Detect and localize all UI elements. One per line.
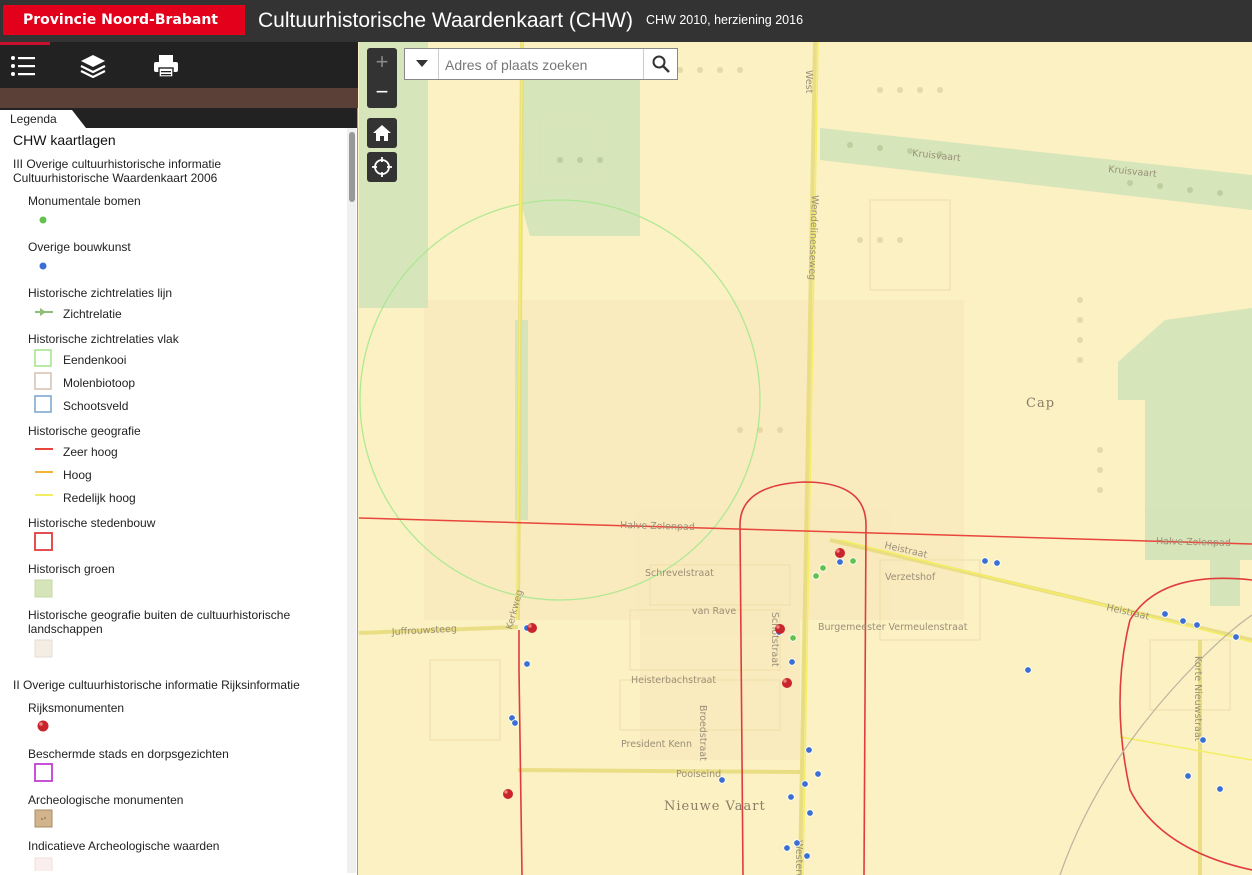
legend-label-zichtrelaties-vlak: Historische zichtrelaties vlak: [28, 332, 179, 346]
zoom-control: + −: [367, 48, 397, 108]
map-label-burgemeester: Burgemeester Vermeulenstraat: [818, 622, 968, 633]
search-button[interactable]: [643, 49, 677, 79]
legend-label-indicatieve: Indicatieve Archeologische waarden: [28, 839, 220, 853]
map-label-van-rave: van Rave: [692, 606, 736, 617]
legend-label-stedenbouw: Historische stedenbouw: [28, 516, 156, 530]
rijksmonument-icon: [37, 720, 49, 732]
layers-icon: [80, 55, 106, 78]
legend-title: CHW kaartlagen: [13, 132, 116, 148]
tab-bar: Legenda: [0, 108, 357, 128]
search-source-dropdown[interactable]: [405, 49, 439, 79]
panel-header-strip: [0, 88, 358, 108]
tab-legenda[interactable]: Legenda: [10, 112, 57, 126]
tree-point-icon: [39, 216, 47, 224]
map-label-heisterbachstraat: Heisterbachstraat: [631, 675, 716, 686]
search-icon: [652, 55, 670, 73]
legend-list-icon: [11, 56, 35, 76]
print-button[interactable]: [146, 50, 186, 82]
map-canvas[interactable]: West Kruisvaart Kruisvaart Wendelinessew…: [359, 42, 1252, 875]
map-label-cap: Cap: [1026, 396, 1055, 411]
legend-panel: Legenda CHW kaartlagen III Overige cultu…: [0, 108, 358, 875]
map-label-korte-nieuwstraat: Korte Nieuwstraat: [1192, 656, 1203, 742]
province-logo[interactable]: Provincie Noord-Brabant: [3, 5, 245, 35]
archeologisch-swatch: [34, 809, 53, 828]
print-icon: [154, 55, 178, 78]
building-point-icon: [39, 262, 47, 270]
stedenbouw-swatch: [34, 532, 53, 551]
map-label-halve-zolenpad-2: Halve Zolenpad: [1156, 536, 1231, 549]
buiten-swatch: [34, 639, 53, 658]
legend-label-eendenkooi: Eendenkooi: [63, 353, 127, 367]
legend-label-schootsveld: Schootsveld: [63, 399, 129, 413]
groen-swatch: [34, 579, 53, 598]
legend-label-zichtrelatie: Zichtrelatie: [63, 307, 122, 321]
legend-label-historische-geografie: Historische geografie: [28, 424, 141, 438]
map-label-verzetshof: Verzetshof: [885, 572, 936, 583]
legend-list-button[interactable]: [0, 42, 50, 82]
locate-icon: [372, 157, 392, 177]
map-label-pooiseind: Pooiseind: [676, 769, 721, 780]
locate-button[interactable]: [367, 152, 397, 182]
chevron-down-icon: [415, 60, 428, 67]
redelijk-hoog-line: [35, 494, 53, 496]
legend-label-hoog: Hoog: [63, 468, 92, 482]
group2-heading: II Overige cultuurhistorische informatie…: [13, 678, 300, 692]
eendenkooi-swatch: [34, 349, 52, 367]
home-icon: [373, 125, 391, 141]
legend-label-archeologische: Archeologische monumenten: [28, 793, 184, 807]
hoog-line: [35, 471, 53, 473]
legend-label-buiten-line1: Historische geografie buiten de cultuurh…: [28, 608, 291, 622]
zoom-in-button[interactable]: +: [367, 48, 397, 78]
top-bar: Provincie Noord-Brabant Cultuurhistorisc…: [0, 0, 1252, 42]
side-toolbar: [0, 42, 358, 88]
map-label-schotstraat: Schotstraat: [769, 612, 780, 667]
legend-label-zichtrelaties-lijn: Historische zichtrelaties lijn: [28, 286, 173, 300]
legend-label-buiten-line2: landschappen: [28, 622, 103, 636]
search-box: [404, 48, 678, 80]
legend-label-zeer-hoog: Zeer hoog: [63, 445, 118, 459]
schootsveld-swatch: [34, 395, 52, 413]
legend-label-beschermde: Beschermde stads en dorpsgezichten: [28, 747, 229, 761]
app-title: Cultuurhistorische Waardenkaart (CHW): [258, 9, 633, 32]
search-input[interactable]: [443, 52, 647, 78]
map-view[interactable]: West Kruisvaart Kruisvaart Wendelinessew…: [359, 42, 1252, 875]
home-button[interactable]: [367, 118, 397, 148]
legend-label-overige-bouwkunst: Overige bouwkunst: [28, 240, 131, 254]
app-subtitle: CHW 2010, herziening 2016: [646, 13, 804, 27]
zeer-hoog-line: [35, 448, 53, 450]
legend-label-historisch-groen: Historisch groen: [28, 562, 115, 576]
sightline-icon: [35, 308, 53, 316]
map-label-halve-zolenpad: Halve Zolenpad: [620, 520, 695, 533]
legend-label-redelijk-hoog: Redelijk hoog: [63, 491, 136, 505]
map-label-west: West: [803, 70, 814, 94]
scrollbar-thumb[interactable]: [349, 132, 355, 202]
layers-button[interactable]: [73, 50, 113, 82]
molenbiotoop-swatch: [34, 372, 52, 390]
map-label-nieuwe-vaart: Nieuwe Vaart: [664, 799, 766, 814]
map-label-president: President Kenn: [621, 739, 692, 750]
beschermde-swatch: [34, 763, 53, 782]
legend-label-rijksmonumenten: Rijksmonumenten: [28, 701, 125, 715]
legend-label-monumentale-bomen: Monumentale bomen: [28, 194, 141, 208]
map-label-schrevelstraat: Schrevelstraat: [645, 568, 714, 579]
group-heading-line1: III Overige cultuurhistorische informati…: [13, 157, 222, 171]
group-heading-line2: Cultuurhistorische Waardenkaart 2006: [13, 171, 218, 185]
legend-label-molenbiotoop: Molenbiotoop: [63, 376, 136, 390]
map-label-broedstraat: Broedstraat: [697, 705, 708, 761]
indicatieve-swatch: [34, 857, 53, 871]
legend-scrollbar[interactable]: [347, 128, 356, 873]
zoom-out-button[interactable]: −: [367, 78, 397, 108]
